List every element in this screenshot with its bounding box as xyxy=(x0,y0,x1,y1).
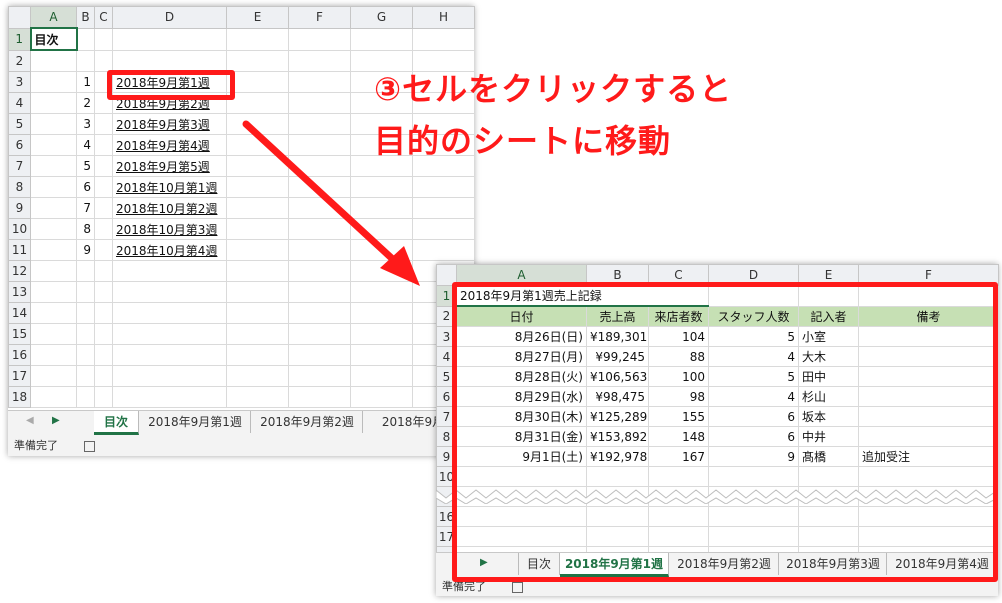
navigation-arrow-icon xyxy=(242,120,420,286)
